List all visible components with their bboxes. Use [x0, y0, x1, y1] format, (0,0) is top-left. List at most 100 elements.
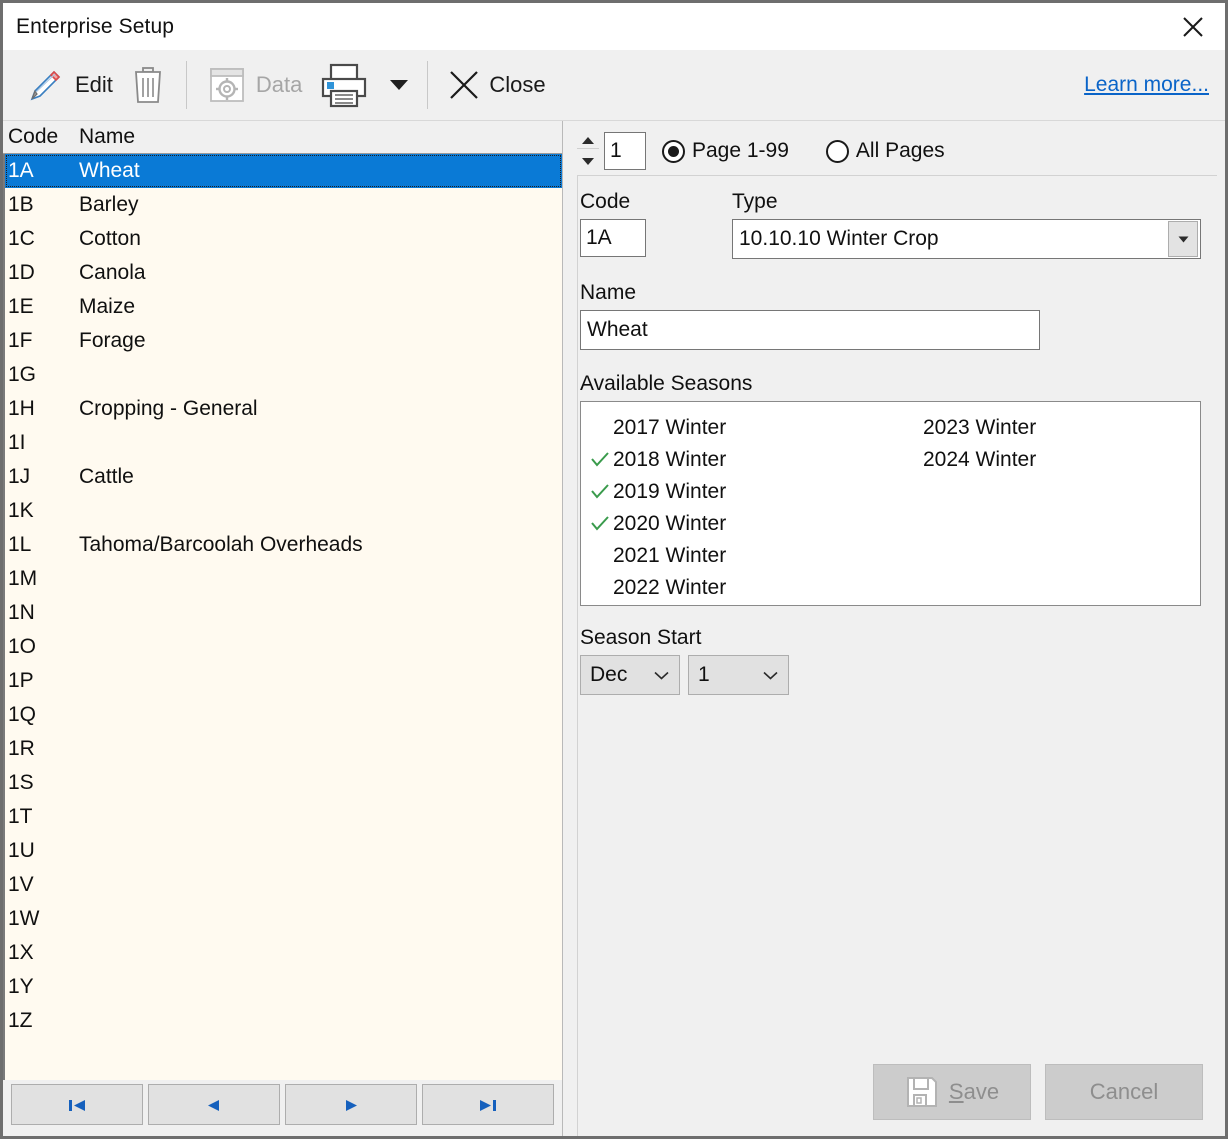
- row-code: 1C: [8, 227, 35, 250]
- season-start-month-select[interactable]: Dec: [580, 655, 680, 695]
- radio-page-range[interactable]: Page 1-99: [662, 139, 789, 163]
- season-start-day-select[interactable]: 1: [688, 655, 789, 695]
- edit-button[interactable]: Edit: [15, 57, 121, 113]
- row-code: 1W: [8, 907, 40, 930]
- table-row[interactable]: 1M: [5, 562, 562, 596]
- row-code: 1K: [8, 499, 34, 522]
- row-code: 1E: [8, 295, 34, 318]
- type-combobox[interactable]: 10.10.10 Winter Crop: [732, 219, 1201, 259]
- learn-more-link[interactable]: Learn more...: [1084, 73, 1209, 97]
- row-code: 1P: [8, 669, 34, 692]
- season-list-item[interactable]: 2022 Winter: [587, 572, 897, 604]
- table-row[interactable]: 1Q: [5, 698, 562, 732]
- name-field-group: Name: [580, 281, 1215, 350]
- row-name: Cotton: [79, 227, 141, 250]
- table-row[interactable]: 1R: [5, 732, 562, 766]
- code-input[interactable]: [580, 219, 646, 257]
- table-row[interactable]: 1W: [5, 902, 562, 936]
- season-list-item[interactable]: 2023 Winter: [897, 412, 1207, 444]
- close-button[interactable]: Close: [439, 57, 553, 113]
- next-record-button[interactable]: [285, 1084, 417, 1125]
- table-row[interactable]: 1G: [5, 358, 562, 392]
- previous-record-icon: [208, 1099, 219, 1111]
- season-list-item[interactable]: 2017 Winter: [587, 412, 897, 444]
- table-row[interactable]: 1E Maize: [5, 290, 562, 324]
- save-label: Save: [949, 1079, 999, 1105]
- table-row[interactable]: 1O: [5, 630, 562, 664]
- season-list-item[interactable]: 2019 Winter: [587, 476, 897, 508]
- row-code: 1R: [8, 737, 35, 760]
- season-start-group: Season Start Dec 1: [580, 626, 1215, 695]
- table-row[interactable]: 1F Forage: [5, 324, 562, 358]
- season-label: 2020 Winter: [613, 512, 727, 535]
- table-row[interactable]: 1U: [5, 834, 562, 868]
- table-row[interactable]: 1B Barley: [5, 188, 562, 222]
- cancel-button[interactable]: Cancel: [1045, 1064, 1203, 1120]
- page-spinner[interactable]: [577, 132, 599, 170]
- caret-down-icon[interactable]: [390, 80, 409, 90]
- table-row[interactable]: 1A Wheat: [5, 154, 562, 188]
- table-row[interactable]: 1V: [5, 868, 562, 902]
- radio-all-pages[interactable]: All Pages: [825, 139, 945, 163]
- delete-button[interactable]: [121, 57, 175, 113]
- list-column-headers: Code Name: [3, 121, 562, 154]
- green-check-icon: [587, 484, 613, 500]
- save-accelerator: S: [948, 1079, 964, 1104]
- table-row[interactable]: 1I: [5, 426, 562, 460]
- spinner-up-button[interactable]: [577, 132, 599, 149]
- table-row[interactable]: 1H Cropping - General: [5, 392, 562, 426]
- name-input[interactable]: [580, 310, 1040, 350]
- available-seasons-list[interactable]: 2017 Winter 2018 Winter 2019 Winter 2020 Wi…: [580, 401, 1201, 606]
- season-list-item[interactable]: 2024 Winter: [897, 444, 1207, 476]
- table-row[interactable]: 1J Cattle: [5, 460, 562, 494]
- season-list-item[interactable]: 2018 Winter: [587, 444, 897, 476]
- data-label: Data: [255, 72, 303, 97]
- table-row[interactable]: 1D Canola: [5, 256, 562, 290]
- table-row[interactable]: 1Z: [5, 1004, 562, 1038]
- radio-all-pages-indicator: [825, 139, 849, 163]
- season-start-label: Season Start: [580, 626, 702, 649]
- row-name: Canola: [79, 261, 146, 284]
- floppy-disk-icon: [906, 1077, 937, 1107]
- print-button[interactable]: [310, 57, 416, 113]
- table-row[interactable]: 1P: [5, 664, 562, 698]
- table-row[interactable]: 1L Tahoma/Barcoolah Overheads: [5, 528, 562, 562]
- code-type-row: Code Type 10.10.10 Winter Crop: [580, 190, 1215, 259]
- row-code: 1Z: [8, 1009, 33, 1032]
- first-record-button[interactable]: [11, 1084, 143, 1125]
- table-row[interactable]: 1K: [5, 494, 562, 528]
- data-button[interactable]: Data: [198, 57, 310, 113]
- type-field-group: Type 10.10.10 Winter Crop: [732, 190, 1215, 259]
- dialog-buttons: Save Cancel: [577, 1062, 1217, 1136]
- dropdown-arrow-icon[interactable]: [1168, 221, 1198, 257]
- table-row[interactable]: 1C Cotton: [5, 222, 562, 256]
- previous-record-button[interactable]: [148, 1084, 280, 1125]
- save-button[interactable]: Save: [873, 1064, 1031, 1120]
- row-code: 1Y: [8, 975, 34, 998]
- record-navigation-bar: [3, 1080, 562, 1136]
- table-row[interactable]: 1X: [5, 936, 562, 970]
- last-record-button[interactable]: [422, 1084, 554, 1125]
- enterprise-form: Code Type 10.10.10 Winter Crop: [577, 175, 1217, 1062]
- page-number-input[interactable]: [604, 132, 646, 170]
- row-code: 1D: [8, 261, 35, 284]
- spinner-down-button[interactable]: [577, 153, 599, 170]
- row-name: Forage: [79, 329, 146, 352]
- radio-page-range-label: Page 1-99: [692, 139, 789, 162]
- table-row[interactable]: 1Y: [5, 970, 562, 1004]
- close-window-button[interactable]: [1171, 9, 1215, 45]
- close-x-icon: [1183, 16, 1203, 37]
- printer-icon: [322, 63, 367, 108]
- records-list[interactable]: 1A Wheat 1B Barley 1C Cotton 1D Canola 1E Maize 1F…: [3, 154, 562, 1080]
- season-start-day-value: 1: [698, 663, 710, 686]
- row-code: 1O: [8, 635, 37, 658]
- page-selector-row: Page 1-99 All Pages: [577, 121, 1217, 175]
- table-row[interactable]: 1N: [5, 596, 562, 630]
- season-list-item[interactable]: 2021 Winter: [587, 540, 897, 572]
- window-title: Enterprise Setup: [16, 14, 175, 38]
- table-row[interactable]: 1T: [5, 800, 562, 834]
- season-list-item[interactable]: 2020 Winter: [587, 508, 897, 540]
- table-row[interactable]: 1S: [5, 766, 562, 800]
- row-name: Cattle: [79, 465, 134, 488]
- column-header-code: Code: [8, 125, 59, 148]
